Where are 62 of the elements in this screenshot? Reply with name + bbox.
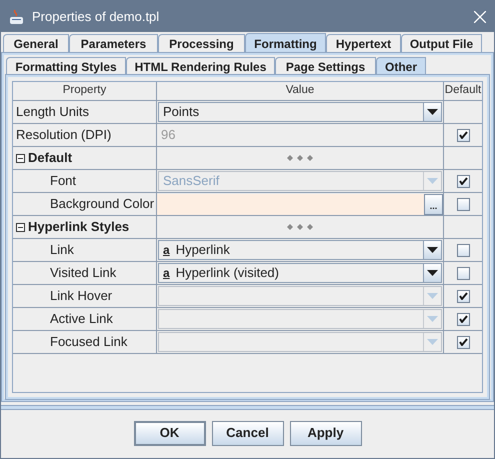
column-header: Property xyxy=(13,82,157,100)
default-checkbox[interactable] xyxy=(456,198,470,210)
property-label: Link Hover xyxy=(49,287,112,306)
subtab[interactable]: Page Settings xyxy=(275,57,376,75)
dropdown-value: Hyperlink (visited) xyxy=(176,264,279,282)
value-dropdown[interactable]: Points xyxy=(158,102,442,122)
dropdown-arrow-icon xyxy=(427,109,438,115)
value-text: 96 xyxy=(160,126,176,144)
color-field[interactable] xyxy=(157,194,424,214)
checkmark-icon xyxy=(458,131,468,139)
property-label: Font xyxy=(49,172,76,190)
dialog-button[interactable]: Apply xyxy=(290,420,362,446)
tab[interactable]: Processing xyxy=(158,34,245,53)
dropdown-value: Points xyxy=(163,103,200,122)
property-label: Active Link xyxy=(49,310,113,328)
default-checkbox[interactable] xyxy=(456,128,470,142)
checkmark-icon xyxy=(458,177,468,185)
column-header: Default xyxy=(444,83,482,98)
property-label: Visited Link xyxy=(49,264,116,282)
tab[interactable]: Formatting xyxy=(245,33,326,53)
checkmark-icon xyxy=(458,338,468,346)
dropdown-value: Hyperlink xyxy=(176,241,230,260)
default-checkbox[interactable] xyxy=(456,244,470,256)
window-title: Properties of demo.tpl xyxy=(32,8,160,26)
value-dropdown[interactable]: a Hyperlink xyxy=(158,240,442,260)
close-icon[interactable] xyxy=(474,10,486,22)
property-label: Length Units xyxy=(16,103,89,122)
dropdown-arrow-icon xyxy=(427,178,438,184)
tab[interactable]: Output File xyxy=(401,34,482,53)
subtab[interactable]: HTML Rendering Rules xyxy=(126,57,275,75)
subtab[interactable]: Other xyxy=(376,57,426,75)
tab[interactable]: Hypertext xyxy=(326,34,401,53)
property-label: Background Color xyxy=(49,195,154,214)
app-icon xyxy=(9,8,25,24)
tab[interactable]: General xyxy=(3,34,69,53)
dropdown-arrow-icon xyxy=(427,293,438,299)
style-icon: a xyxy=(163,244,170,256)
subtab[interactable]: Formatting Styles xyxy=(6,57,126,75)
browse-button[interactable]: ... xyxy=(424,194,443,214)
default-checkbox[interactable] xyxy=(456,266,470,280)
diamonds-icon xyxy=(287,224,313,230)
collapse-toggle[interactable] xyxy=(16,222,25,232)
dropdown-arrow-icon xyxy=(427,270,438,276)
dialog-button[interactable]: Cancel xyxy=(212,420,284,446)
checkmark-icon xyxy=(458,292,468,300)
dialog-button[interactable]: OK xyxy=(134,420,206,446)
value-dropdown[interactable]: a Hyperlink (visited) xyxy=(158,263,442,283)
property-label: Focused Link xyxy=(49,333,128,352)
checkmark-icon xyxy=(458,315,468,323)
dropdown-arrow-icon xyxy=(427,316,438,322)
group-label: Hyperlink Styles xyxy=(28,218,130,236)
tab[interactable]: Parameters xyxy=(69,34,158,53)
diamonds-icon xyxy=(287,155,313,161)
dropdown-arrow-icon xyxy=(427,339,438,345)
property-label: Link xyxy=(49,241,74,260)
group-label: Default xyxy=(28,149,72,168)
dropdown-arrow-icon xyxy=(427,247,438,253)
collapse-toggle[interactable] xyxy=(16,154,25,162)
column-header: Value xyxy=(157,82,444,100)
dropdown-value: SansSerif xyxy=(163,172,220,190)
style-icon: a xyxy=(163,267,170,279)
property-label: Resolution (DPI) xyxy=(16,126,112,144)
